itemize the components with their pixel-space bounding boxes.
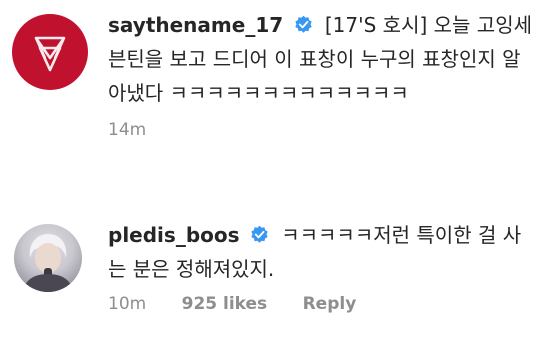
comment-text-block: pledis_boos ㅋㅋㅋㅋㅋ저런 특이한 걸 사는 분은 정해져있지. (108, 218, 532, 286)
likes-count-button[interactable]: 925 likes (182, 294, 268, 314)
comment-timestamp: 14m (108, 120, 147, 140)
verified-badge-icon (251, 225, 268, 243)
profile-photo-icon (22, 234, 74, 292)
comment-pledis-boos: pledis_boos ㅋㅋㅋㅋㅋ저런 특이한 걸 사는 분은 정해져있지. 1… (108, 218, 532, 314)
avatar-saythename-17[interactable] (12, 14, 88, 90)
avatar-pledis-boos[interactable] (14, 224, 82, 292)
comment-username[interactable]: pledis_boos (108, 223, 240, 247)
reply-button[interactable]: Reply (303, 294, 357, 314)
seventeen-logo-icon (34, 36, 66, 72)
comment-text-block: saythename_17 [17'S 호시] 오늘 고잉세븐틴을 보고 드디어… (108, 8, 532, 110)
comment-saythename-17: saythename_17 [17'S 호시] 오늘 고잉세븐틴을 보고 드디어… (108, 8, 532, 140)
comment-meta: 10m 925 likes Reply (108, 294, 532, 314)
comment-username[interactable]: saythename_17 (108, 13, 283, 37)
verified-badge-icon (294, 15, 312, 33)
comment-timestamp: 10m (108, 294, 147, 314)
comment-meta: 14m (108, 120, 532, 140)
